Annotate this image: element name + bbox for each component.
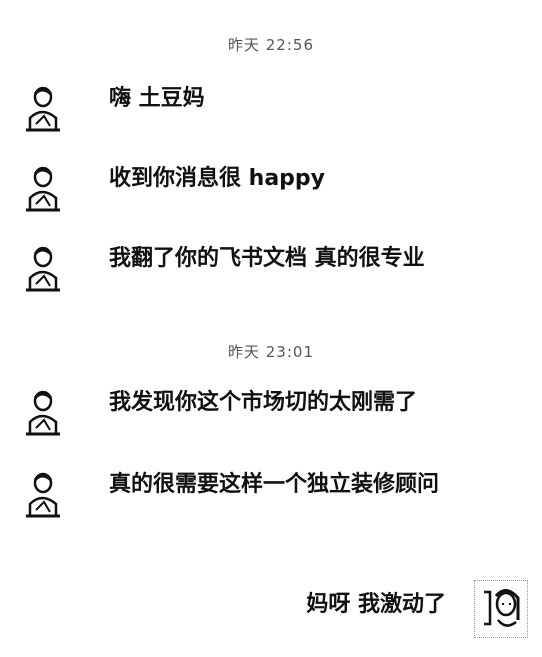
contact-avatar[interactable] [20,164,64,214]
contact-avatar[interactable] [20,388,64,438]
self-avatar[interactable] [474,580,528,638]
timestamp: 昨天 22:56 [228,36,314,54]
person-sketch-icon [26,86,60,132]
person-sketch-icon [26,166,60,212]
message-text: 妈呀 我激动了 [306,592,446,617]
person-sketch-icon [26,246,60,292]
message-text: 真的很需要这样一个独立装修顾问 [109,472,440,497]
contact-avatar[interactable] [20,84,64,134]
message-row: 我发现你这个市场切的太刚需了 [20,388,522,438]
message-row: 真的很需要这样一个独立装修顾问 [20,470,522,520]
person-sketch-icon [26,472,60,518]
message-text: 嗨 土豆妈 [109,86,205,111]
message-row: 嗨 土豆妈 [20,84,522,134]
message-row-self: 妈呀 我激动了 [306,580,528,638]
message-text: 我发现你这个市场切的太刚需了 [109,390,418,415]
message-row: 我翻了你的飞书文档 真的很专业 [20,244,522,294]
person-sketch-icon [26,390,60,436]
girl-sketch-icon [484,589,520,627]
message-row: 收到你消息很 happy [20,164,522,214]
timestamp: 昨天 23:01 [228,343,314,361]
message-text: 我翻了你的飞书文档 真的很专业 [109,246,425,271]
contact-avatar[interactable] [20,244,64,294]
message-text: 收到你消息很 happy [109,166,326,191]
contact-avatar[interactable] [20,470,64,520]
